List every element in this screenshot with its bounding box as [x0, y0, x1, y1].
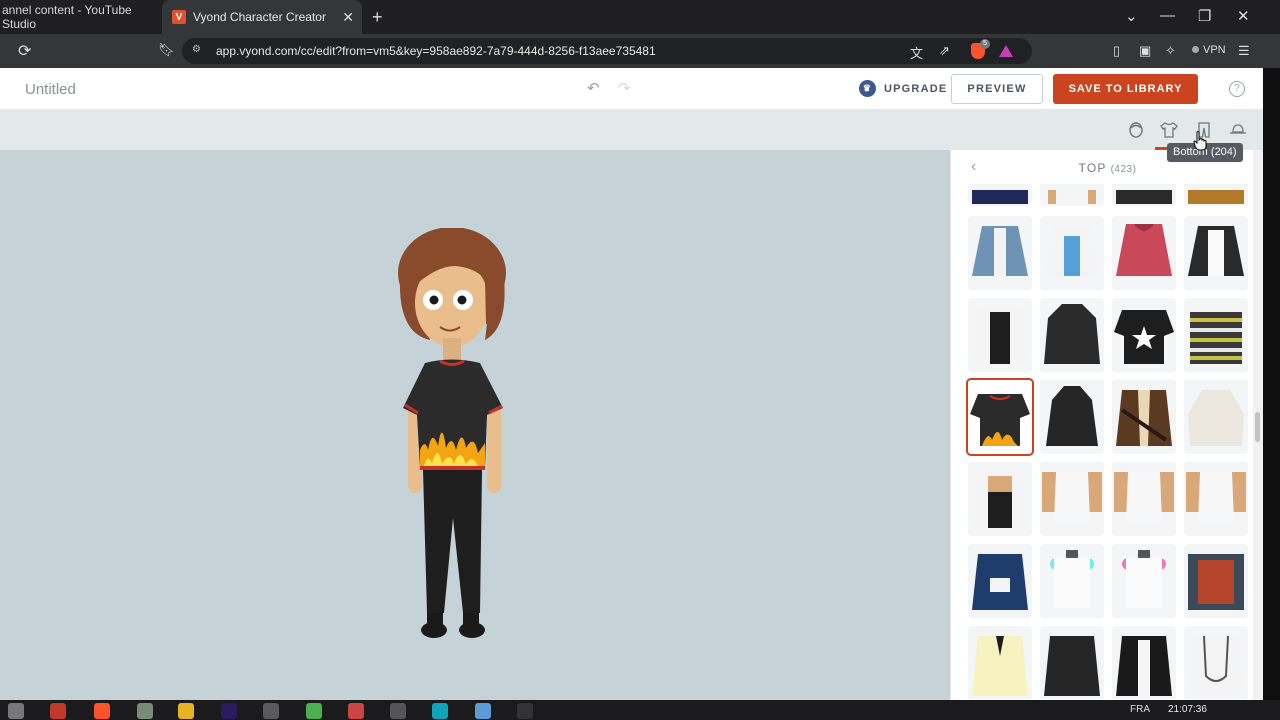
top-item-thumbnail[interactable]: [1184, 184, 1248, 206]
paint-icon[interactable]: [137, 703, 153, 719]
character-preview[interactable]: [390, 228, 520, 648]
minecraft-icon[interactable]: [306, 703, 322, 719]
panel-count: (423): [1110, 164, 1137, 175]
panel-title-text: TOP: [1078, 161, 1107, 175]
top-item-thumbnail[interactable]: [1112, 626, 1176, 700]
panel-title: TOP (423): [951, 161, 1263, 175]
tab-youtube-studio[interactable]: annel content - YouTube Studio: [0, 0, 160, 34]
tab-title: Vyond Character Creator: [193, 10, 326, 24]
tab-vyond-character-creator[interactable]: V Vyond Character Creator ✕: [162, 0, 362, 34]
top-item-thumbnail[interactable]: [1112, 216, 1176, 290]
top-item-thumbnail[interactable]: [1112, 544, 1176, 618]
site-info-icon[interactable]: ⚙: [192, 44, 201, 55]
clock-app-icon[interactable]: [517, 703, 533, 719]
top-item-thumbnail[interactable]: [1112, 184, 1176, 206]
top-item-thumbnail[interactable]: [1184, 544, 1248, 618]
store-icon[interactable]: [50, 703, 66, 719]
top-items-grid: [951, 184, 1256, 700]
top-item-thumbnail[interactable]: [1040, 626, 1104, 700]
character-name[interactable]: Untitled: [25, 81, 76, 98]
settings-icon[interactable]: [390, 703, 406, 719]
translate-icon[interactable]: 文: [910, 43, 923, 62]
vyond-favicon-icon: V: [172, 10, 186, 24]
upgrade-button[interactable]: ♛ UPGRADE: [859, 80, 947, 97]
vyond-app: Untitled ↶ ↷ ♛ UPGRADE PREVIEW SAVE TO L…: [0, 68, 1263, 700]
top-item-thumbnail[interactable]: [1184, 626, 1248, 700]
preview-button[interactable]: PREVIEW: [951, 74, 1043, 104]
language-indicator[interactable]: FRA: [1130, 704, 1150, 715]
top-item-thumbnail[interactable]: [968, 216, 1032, 290]
wallet-icon[interactable]: ▣: [1139, 43, 1151, 59]
top-item-thumbnail[interactable]: [1040, 380, 1104, 454]
top-item-thumbnail[interactable]: [1112, 298, 1176, 372]
undo-icon[interactable]: ↶: [587, 79, 600, 97]
top-item-thumbnail[interactable]: [1112, 462, 1176, 536]
premiere-pro-icon[interactable]: [221, 703, 237, 719]
bookmark-icon[interactable]: 🔖︎: [158, 42, 175, 58]
calculator-icon[interactable]: [263, 703, 279, 719]
minimize-icon[interactable]: —: [1160, 7, 1175, 24]
address-bar: ⟳ 🔖︎ ⚙ app.vyond.com/cc/edit?from=vm5&ke…: [0, 34, 1280, 68]
top-item-thumbnail[interactable]: [968, 626, 1032, 700]
top-item-thumbnail[interactable]: [1040, 462, 1104, 536]
top-item-thumbnail[interactable]: [1040, 216, 1104, 290]
task-view-icon[interactable]: [8, 703, 24, 719]
vpn-button[interactable]: VPN: [1192, 44, 1226, 56]
crown-icon: ♛: [859, 80, 876, 97]
category-toolbar: [0, 109, 1263, 150]
top-item-thumbnail[interactable]: [1040, 544, 1104, 618]
top-item-thumbnail[interactable]: [1040, 298, 1104, 372]
top-item-thumbnail[interactable]: [968, 298, 1032, 372]
new-tab-icon[interactable]: +: [372, 7, 383, 28]
brave-rewards-icon[interactable]: [999, 45, 1013, 57]
share-icon[interactable]: ⇗: [939, 43, 950, 59]
reload-icon[interactable]: ⟳: [18, 41, 31, 61]
brave-shields-count: 5: [980, 39, 990, 49]
tab-title: annel content - YouTube Studio: [2, 3, 132, 31]
mouse-hand-cursor-icon: [1193, 131, 1207, 151]
app-icon[interactable]: [475, 703, 491, 719]
help-icon[interactable]: ?: [1229, 81, 1245, 97]
brave-browser-icon[interactable]: [94, 703, 110, 719]
top-item-thumbnail[interactable]: [1112, 380, 1176, 454]
top-item-thumbnail[interactable]: [968, 462, 1032, 536]
system-clock[interactable]: 21:07:36: [1168, 704, 1207, 715]
maximize-icon[interactable]: ❐: [1198, 7, 1211, 25]
asset-panel: ‹ TOP (423): [950, 150, 1263, 700]
top-item-thumbnail[interactable]: [1184, 380, 1248, 454]
close-tab-icon[interactable]: ✕: [342, 9, 354, 26]
browser-tabstrip: annel content - YouTube Studio V Vyond C…: [0, 0, 1280, 34]
top-item-thumbnail[interactable]: [968, 544, 1032, 618]
redo-icon[interactable]: ↷: [618, 79, 631, 97]
hat-icon[interactable]: [1229, 121, 1247, 139]
leo-ai-icon[interactable]: ✧: [1165, 43, 1176, 59]
sidebar-toggle-icon[interactable]: ▯: [1113, 43, 1120, 59]
app-header: Untitled ↶ ↷ ♛ UPGRADE PREVIEW SAVE TO L…: [0, 68, 1263, 109]
top-item-thumbnail[interactable]: [1184, 216, 1248, 290]
file-explorer-icon[interactable]: [178, 703, 194, 719]
browser-menu-icon[interactable]: ☰: [1238, 43, 1250, 59]
top-item-thumbnail-selected[interactable]: [966, 378, 1034, 456]
app-icon[interactable]: [348, 703, 364, 719]
url-text[interactable]: app.vyond.com/cc/edit?from=vm5&key=958ae…: [216, 44, 656, 58]
character-stage: [0, 150, 950, 700]
upgrade-label: UPGRADE: [884, 82, 948, 95]
top-item-thumbnail[interactable]: [1040, 184, 1104, 206]
panel-scrollbar-thumb[interactable]: [1255, 412, 1260, 442]
tab-search-chevron-icon[interactable]: ⌄: [1125, 7, 1138, 25]
window-close-icon[interactable]: ✕: [1237, 7, 1250, 25]
head-icon[interactable]: [1127, 121, 1145, 139]
top-item-thumbnail[interactable]: [968, 184, 1032, 206]
edge-icon[interactable]: [432, 703, 448, 719]
top-shirt-icon[interactable]: [1160, 121, 1178, 139]
os-taskbar: FRA 21:07:36: [0, 700, 1280, 720]
top-item-thumbnail[interactable]: [1184, 298, 1248, 372]
top-item-thumbnail[interactable]: [1184, 462, 1248, 536]
panel-scrollbar[interactable]: [1253, 150, 1263, 700]
save-to-library-button[interactable]: SAVE TO LIBRARY: [1053, 74, 1198, 104]
